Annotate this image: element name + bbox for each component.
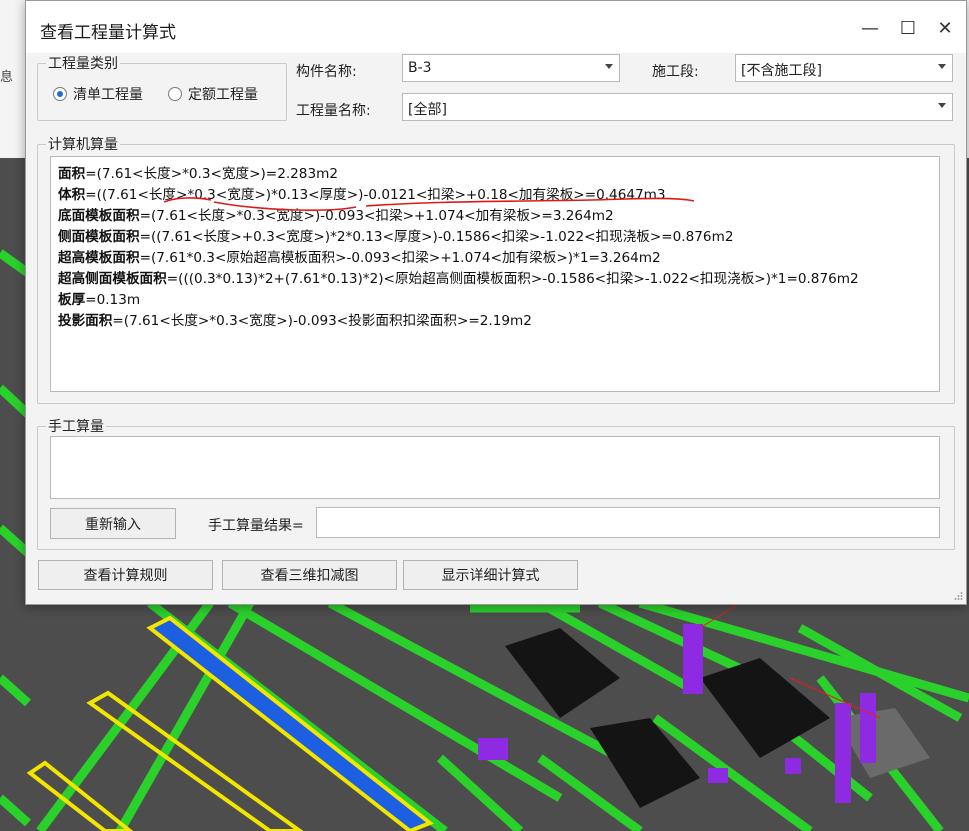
column: [860, 693, 876, 763]
category-legend: 工程量类别: [48, 56, 118, 72]
calc-expr: =0.13m: [85, 292, 141, 308]
calc-expr: =((7.61<长度>+0.3<宽度>)*2*0.13<厚度>)-0.1586<…: [139, 229, 734, 245]
column: [478, 738, 508, 760]
construction-stage-value: [不含施工段]: [741, 63, 822, 79]
slab-opening: [700, 658, 830, 758]
maximize-icon[interactable]: ☐: [893, 13, 923, 43]
calc-expr: =(7.61*0.3<原始超高模板面积>-0.093<扣梁>+1.074<加有梁…: [139, 250, 661, 266]
component-name-select[interactable]: B-3: [402, 54, 620, 82]
calc-line: 超高侧面模板面积=(((0.3*0.13)*2+(7.61*0.13)*2)<原…: [58, 269, 859, 290]
beam: [797, 624, 963, 722]
radio-checked-icon: [53, 87, 67, 101]
calc-expr: =(7.61<长度>*0.3<宽度>)-0.093<扣梁>+1.074<加有梁板…: [139, 208, 614, 224]
reenter-button[interactable]: 重新输入: [50, 508, 176, 539]
column: [683, 624, 703, 694]
radio-quota-quantity-label: 定额工程量: [188, 87, 258, 103]
calc-key: 面积: [58, 166, 86, 182]
calc-key: 底面模板面积: [58, 208, 140, 224]
dialog-title: 查看工程量计算式: [40, 23, 176, 43]
beam: [0, 794, 31, 827]
view-calc-rules-button[interactable]: 查看计算规则: [38, 560, 213, 590]
calc-key: 投影面积: [58, 313, 113, 329]
computer-calc-legend: 计算机算量: [48, 137, 118, 153]
resize-grip-icon[interactable]: [953, 591, 963, 601]
close-icon[interactable]: ✕: [930, 13, 960, 43]
dialog-titlebar[interactable]: 查看工程量计算式 — ☐ ✕: [26, 1, 966, 53]
quantity-formula-dialog: 查看工程量计算式 — ☐ ✕ 工程量类别 清单工程量 定额工程量 构件名称: B…: [25, 0, 967, 605]
app-side-text: 息: [0, 70, 14, 85]
column: [785, 758, 801, 774]
show-detailed-formula-button[interactable]: 显示详细计算式: [403, 560, 578, 590]
radio-bill-quantity[interactable]: 清单工程量: [53, 84, 143, 104]
calc-line: 投影面积=(7.61<长度>*0.3<宽度>)-0.093<投影面积扣梁面积>=…: [58, 311, 859, 332]
view-3d-deduction-button[interactable]: 查看三维扣减图: [222, 560, 397, 590]
calc-line: 超高模板面积=(7.61*0.3<原始超高模板面积>-0.093<扣梁>+1.0…: [58, 248, 859, 269]
component-name-label: 构件名称:: [296, 64, 357, 80]
calc-lines: 面积=(7.61<长度>*0.3<宽度>)=2.283m2 体积=((7.61<…: [58, 164, 859, 332]
calc-expr: =(7.61<长度>*0.3<宽度>)-0.093<投影面积扣梁面积>=2.19…: [112, 313, 532, 329]
calc-key: 超高模板面积: [58, 250, 140, 266]
quantity-name-label: 工程量名称:: [296, 103, 371, 119]
calc-key: 板厚: [58, 292, 86, 308]
quantity-name-value: [全部]: [408, 102, 447, 118]
selected-beam: [146, 615, 434, 831]
component-name-value: B-3: [408, 60, 432, 76]
calc-line: 板厚=0.13m: [58, 290, 859, 311]
calc-line: 体积=((7.61<长度>*0.3<宽度>)*0.13<厚度>)-0.0121<…: [58, 185, 859, 206]
beam: [0, 524, 31, 557]
calc-expr: =(((0.3*0.13)*2+(7.61*0.13)*2)<原始超高侧面模板面…: [166, 271, 859, 287]
chevron-down-icon: [605, 64, 613, 69]
calc-line: 侧面模板面积=((7.61<长度>+0.3<宽度>)*2*0.13<厚度>)-0…: [58, 227, 859, 248]
quantity-name-select[interactable]: [全部]: [402, 93, 953, 121]
radio-bill-quantity-label: 清单工程量: [73, 87, 143, 103]
calc-key: 侧面模板面积: [58, 229, 140, 245]
column: [835, 703, 851, 803]
radio-quota-quantity[interactable]: 定额工程量: [168, 84, 258, 104]
manual-calc-legend: 手工算量: [48, 419, 104, 435]
construction-stage-label: 施工段:: [652, 64, 699, 80]
computer-calc-textbox[interactable]: 面积=(7.61<长度>*0.3<宽度>)=2.283m2 体积=((7.61<…: [50, 156, 940, 392]
calc-key: 体积: [58, 187, 86, 203]
calc-expr: =((7.61<长度>*0.3<宽度>)*0.13<厚度>)-0.0121<扣梁…: [85, 187, 666, 203]
minimize-icon[interactable]: —: [855, 13, 885, 43]
manual-calc-textbox[interactable]: [50, 436, 940, 499]
radio-unchecked-icon: [168, 87, 182, 101]
slab-opening: [590, 718, 700, 808]
calc-expr: =(7.61<长度>*0.3<宽度>)=2.283m2: [85, 166, 338, 182]
column: [708, 768, 728, 783]
chevron-down-icon: [938, 103, 946, 108]
manual-result-label: 手工算量结果=: [208, 518, 304, 534]
calc-key: 超高侧面模板面积: [58, 271, 167, 287]
construction-stage-select[interactable]: [不含施工段]: [735, 54, 953, 82]
chevron-down-icon: [938, 64, 946, 69]
calc-line: 面积=(7.61<长度>*0.3<宽度>)=2.283m2: [58, 164, 859, 185]
calc-line: 底面模板面积=(7.61<长度>*0.3<宽度>)-0.093<扣梁>+1.07…: [58, 206, 859, 227]
manual-result-input[interactable]: [316, 507, 940, 538]
beam: [0, 674, 31, 707]
